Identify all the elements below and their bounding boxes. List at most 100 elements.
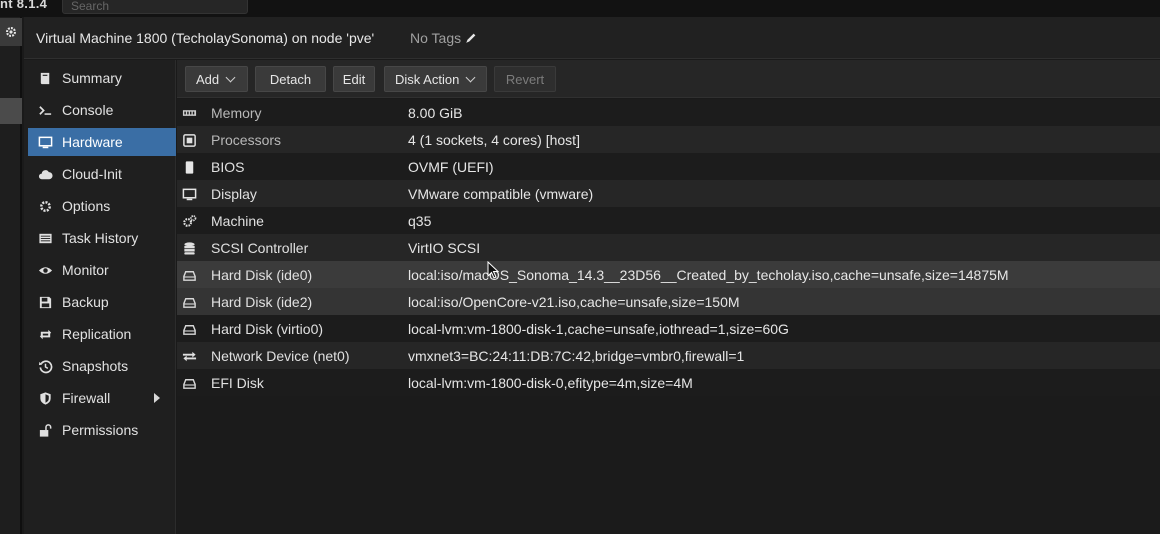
hardware-name: Hard Disk (ide2) [211, 294, 313, 310]
microchip-icon [185, 160, 193, 174]
desktop-icon [38, 136, 52, 148]
nav-item-label: Hardware [62, 134, 123, 150]
hardware-value: vmxnet3=BC:24:11:DB:7C:42,bridge=vmbr0,f… [408, 348, 745, 364]
nav-item-summary[interactable]: Summary [28, 64, 176, 92]
hardware-grid: Memory 8.00 GiB Processors 4 (1 sockets,… [177, 99, 1160, 534]
hardware-name: Network Device (net0) [211, 348, 350, 364]
hardware-name: Hard Disk (ide0) [211, 267, 313, 283]
history-icon [38, 359, 52, 373]
chevron-down-icon [465, 72, 476, 82]
nav-item-label: Task History [62, 230, 139, 246]
hdd-icon [182, 270, 196, 281]
search-input[interactable]: Search [62, 0, 248, 14]
hardware-row-hard-disk-ide2[interactable]: Hard Disk (ide2) local:iso/OpenCore-v21.… [177, 288, 1160, 315]
hardware-row-bios[interactable]: BIOS OVMF (UEFI) [177, 153, 1160, 180]
content-header: Virtual Machine 1800 (TecholaySonoma) on… [24, 17, 1160, 59]
nav-item-label: Firewall [62, 390, 111, 406]
mouse-cursor-icon [487, 261, 499, 279]
hardware-row-machine[interactable]: Machine q35 [177, 207, 1160, 234]
book-icon [40, 72, 49, 84]
eye-icon [38, 266, 52, 274]
nav-item-snapshots[interactable]: Snapshots [28, 352, 176, 380]
nav-item-task-history[interactable]: Task History [28, 224, 176, 252]
hardware-row-hard-disk-ide0[interactable]: Hard Disk (ide0) local:iso/macOS_Sonoma_… [177, 261, 1160, 288]
nav-item-options[interactable]: Options [28, 192, 176, 220]
pencil-icon[interactable] [464, 31, 478, 45]
terminal-icon [38, 105, 51, 115]
nav-item-hardware[interactable]: Hardware [28, 128, 176, 156]
hardware-row-network-device[interactable]: Network Device (net0) vmxnet3=BC:24:11:D… [177, 342, 1160, 369]
hardware-name: Display [211, 186, 257, 202]
vm-nav-menu: Summary Console Hardware Cloud-Init Opti… [24, 60, 176, 534]
hardware-row-display[interactable]: Display VMware compatible (vmware) [177, 180, 1160, 207]
hardware-value: local-lvm:vm-1800-disk-1,cache=unsafe,io… [408, 321, 789, 337]
add-button[interactable]: Add [185, 66, 248, 92]
revert-button[interactable]: Revert [494, 66, 556, 92]
version-label: nt 8.1.4 [0, 0, 48, 11]
exchange-icon [182, 351, 196, 361]
gear-icon [39, 200, 51, 212]
hardware-row-hard-disk-virtio0[interactable]: Hard Disk (virtio0) local-lvm:vm-1800-di… [177, 315, 1160, 342]
nav-item-firewall[interactable]: Firewall [28, 384, 176, 412]
detach-button[interactable]: Detach [255, 66, 326, 92]
hardware-name: Memory [211, 105, 262, 121]
nav-item-label: Monitor [62, 262, 109, 278]
tags-area[interactable]: No Tags [410, 30, 478, 46]
expand-arrow-icon[interactable] [154, 393, 160, 403]
hardware-value: local-lvm:vm-1800-disk-0,efitype=4m,size… [408, 375, 693, 391]
floppy-icon [39, 296, 51, 308]
tree-selected-node[interactable] [0, 98, 22, 124]
chevron-down-icon [225, 72, 236, 82]
nav-item-permissions[interactable]: Permissions [28, 416, 176, 444]
page-title: Virtual Machine 1800 (TecholaySonoma) on… [36, 30, 375, 46]
add-button-label: Add [196, 71, 220, 87]
hardware-row-scsi-controller[interactable]: SCSI Controller VirtIO SCSI [177, 234, 1160, 261]
memory-icon [182, 109, 196, 116]
edit-button[interactable]: Edit [333, 66, 375, 92]
hdd-icon [182, 297, 196, 308]
hardware-name: SCSI Controller [211, 240, 309, 256]
edit-button-label: Edit [342, 71, 366, 87]
hardware-row-efi-disk[interactable]: EFI Disk local-lvm:vm-1800-disk-0,efityp… [177, 369, 1160, 396]
hardware-row-processors[interactable]: Processors 4 (1 sockets, 4 cores) [host] [177, 126, 1160, 153]
tags-label: No Tags [410, 30, 462, 46]
nav-item-backup[interactable]: Backup [28, 288, 176, 316]
nav-item-label: Console [62, 102, 114, 118]
nav-item-label: Options [62, 198, 111, 214]
resource-tree-strip [0, 17, 22, 534]
hardware-name: EFI Disk [211, 375, 264, 391]
nav-item-label: Cloud-Init [62, 166, 122, 182]
nav-item-monitor[interactable]: Monitor [28, 256, 176, 284]
hardware-name: Processors [211, 132, 282, 148]
hardware-row-memory[interactable]: Memory 8.00 GiB [177, 99, 1160, 126]
hardware-toolbar: Add Detach Edit Disk Action Revert [177, 60, 1160, 98]
cloud-icon [38, 169, 53, 179]
hardware-value: OVMF (UEFI) [408, 159, 494, 175]
nav-item-label: Summary [62, 70, 122, 86]
hardware-value: 8.00 GiB [408, 105, 463, 121]
nav-item-label: Replication [62, 326, 132, 342]
hdd-icon [182, 324, 196, 335]
hardware-value: VirtIO SCSI [408, 240, 481, 256]
unlock-icon [39, 423, 51, 437]
nav-item-label: Backup [62, 294, 109, 310]
tree-settings-button[interactable] [0, 18, 22, 46]
detach-button-label: Detach [269, 71, 312, 87]
disk-action-label: Disk Action [395, 71, 460, 87]
cpu-icon [182, 133, 196, 147]
shield-icon [39, 391, 51, 405]
monitor-icon [182, 188, 196, 200]
hardware-value: VMware compatible (vmware) [408, 186, 594, 202]
hardware-value: q35 [408, 213, 432, 229]
nav-item-cloud-init[interactable]: Cloud-Init [28, 160, 176, 188]
hardware-name: Hard Disk (virtio0) [211, 321, 324, 337]
hardware-name: BIOS [211, 159, 245, 175]
retweet-icon [39, 329, 51, 339]
disk-action-button[interactable]: Disk Action [384, 66, 487, 92]
nav-item-replication[interactable]: Replication [28, 320, 176, 348]
hdd-icon [182, 378, 196, 389]
gear-icon [6, 27, 16, 37]
revert-button-label: Revert [505, 71, 545, 87]
nav-item-console[interactable]: Console [28, 96, 176, 124]
database-icon [183, 241, 195, 254]
